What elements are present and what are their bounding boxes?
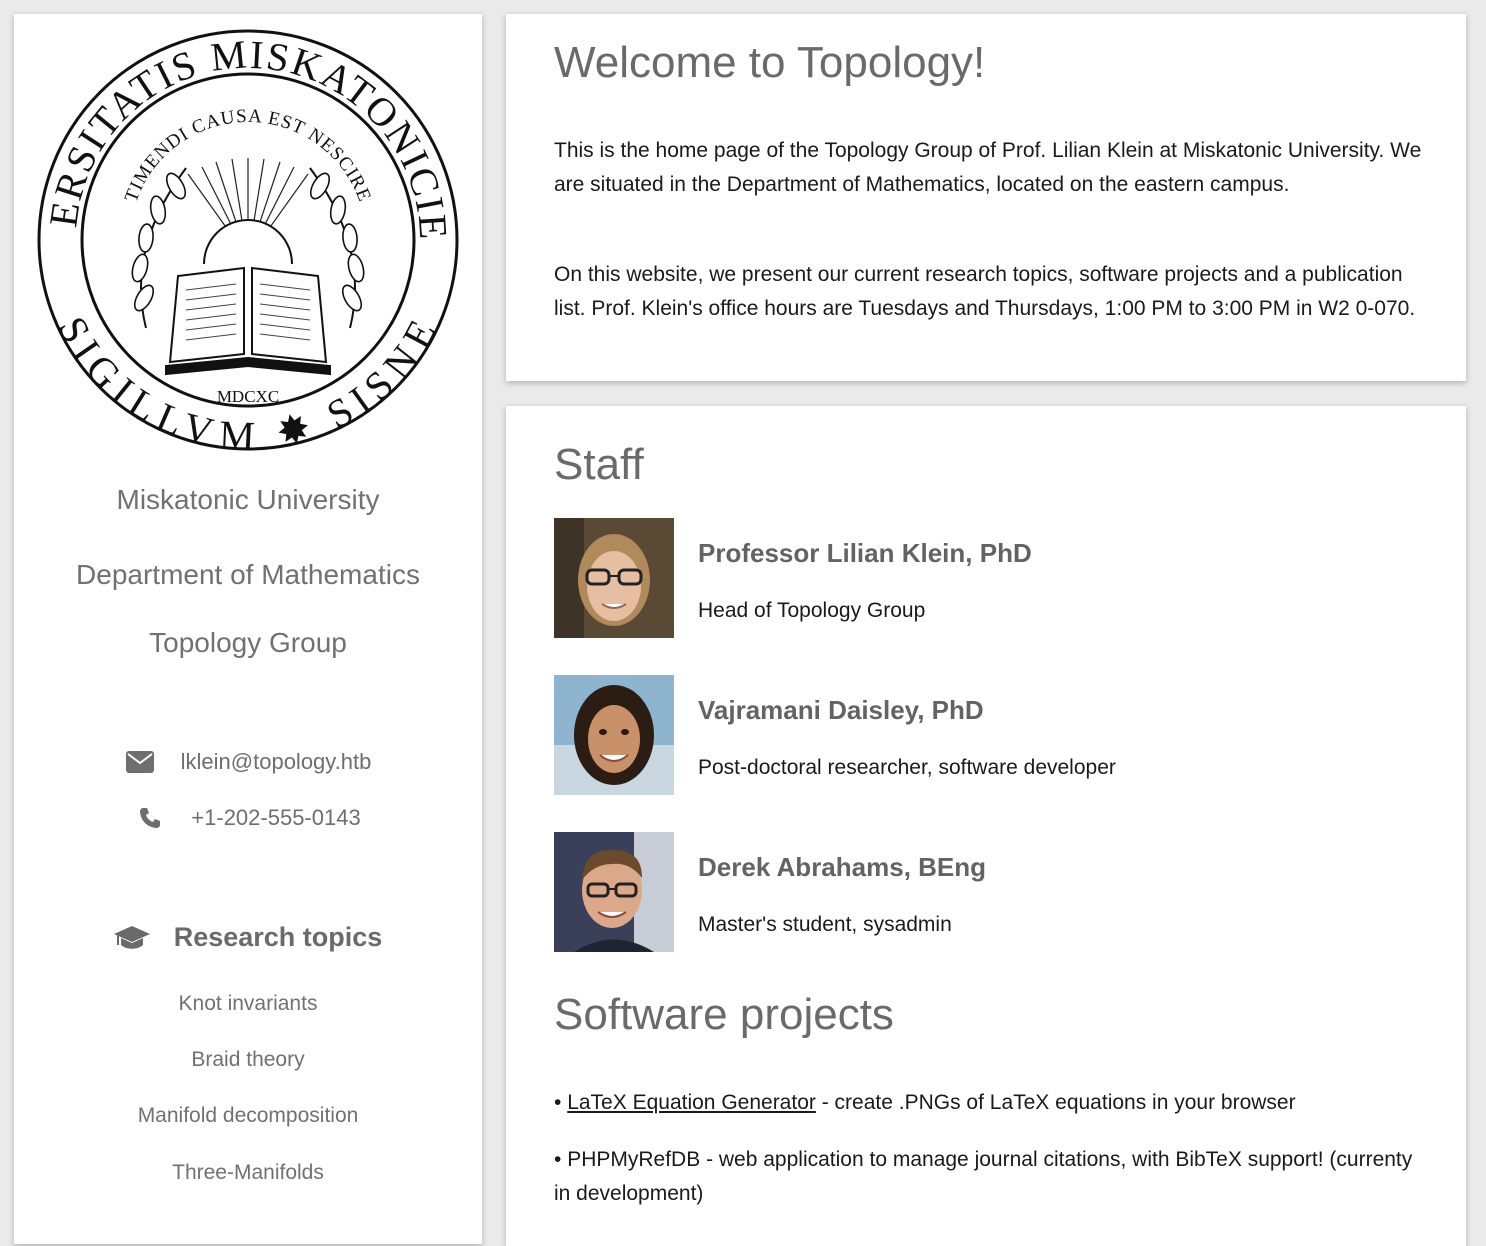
welcome-paragraph-1: This is the home page of the Topology Gr… [554, 139, 1422, 196]
group-name: Topology Group [149, 627, 347, 658]
staff-card: Staff Professor Lilian Klein, PhD Head o… [506, 406, 1466, 1246]
research-topics-title: Research topics [173, 922, 383, 952]
bullet: • [554, 1091, 562, 1114]
staff-name-abrahams: Derek Abrahams, BEng [698, 852, 987, 882]
staff-role-abrahams: Master's student, sysadmin [698, 913, 952, 936]
project-phpmyrefdb: • PHPMyRefDB - web application to manage… [554, 1143, 1434, 1210]
phone-icon [135, 805, 165, 831]
envelope-icon [125, 749, 155, 775]
project-description: - create .PNGs of LaTeX equations in you… [815, 1091, 1296, 1114]
staff-role-daisley: Post-doctoral researcher, software devel… [698, 756, 1116, 779]
staff-name-klein: Professor Lilian Klein, PhD [698, 538, 1032, 568]
software-title: Software projects [554, 990, 894, 1039]
staff-role-klein: Head of Topology Group [698, 599, 926, 622]
svg-text:MDCXC: MDCXC [217, 387, 279, 406]
research-topics-heading: Research topics [14, 922, 482, 953]
sidebar: VNIVERSITATIS MISKATONICIENSIS SIGILLVM … [14, 14, 482, 1244]
topic-manifold-decomposition[interactable]: Manifold decomposition [14, 1104, 482, 1128]
project-latex-generator: • LaTeX Equation Generator - create .PNG… [554, 1086, 1434, 1120]
email-row[interactable]: lklein@topology.htb [14, 749, 482, 775]
phone-text[interactable]: +1-202-555-0143 [191, 805, 360, 831]
bullet: • [554, 1148, 562, 1171]
svg-text:VNIVERSITATIS MISKATONICIENSIS: VNIVERSITATIS MISKATONICIENSIS [36, 28, 456, 242]
welcome-card: Welcome to Topology! This is the home pa… [506, 14, 1466, 381]
project-name: PHPMyRefDB [567, 1148, 701, 1171]
graduation-cap-icon [113, 925, 150, 951]
latex-generator-link[interactable]: LaTeX Equation Generator [567, 1091, 816, 1114]
department-name: Department of Mathematics [76, 559, 420, 590]
staff-photo-klein [554, 518, 674, 638]
topic-knot-invariants[interactable]: Knot invariants [14, 992, 482, 1016]
staff-photo-daisley [554, 675, 674, 795]
topic-braid-theory[interactable]: Braid theory [14, 1048, 482, 1072]
topic-three-manifolds[interactable]: Three-Manifolds [14, 1161, 482, 1185]
staff-title: Staff [554, 440, 644, 489]
university-seal-logo: VNIVERSITATIS MISKATONICIENSIS SIGILLVM … [36, 28, 459, 452]
staff-photo-abrahams [554, 832, 674, 952]
university-name: Miskatonic University [116, 484, 380, 515]
welcome-title: Welcome to Topology! [554, 38, 986, 87]
staff-name-daisley: Vajramani Daisley, PhD [698, 695, 984, 725]
welcome-paragraph-2: On this website, we present our current … [554, 263, 1416, 320]
email-text[interactable]: lklein@topology.htb [181, 749, 372, 775]
phone-row[interactable]: +1-202-555-0143 [14, 805, 482, 831]
